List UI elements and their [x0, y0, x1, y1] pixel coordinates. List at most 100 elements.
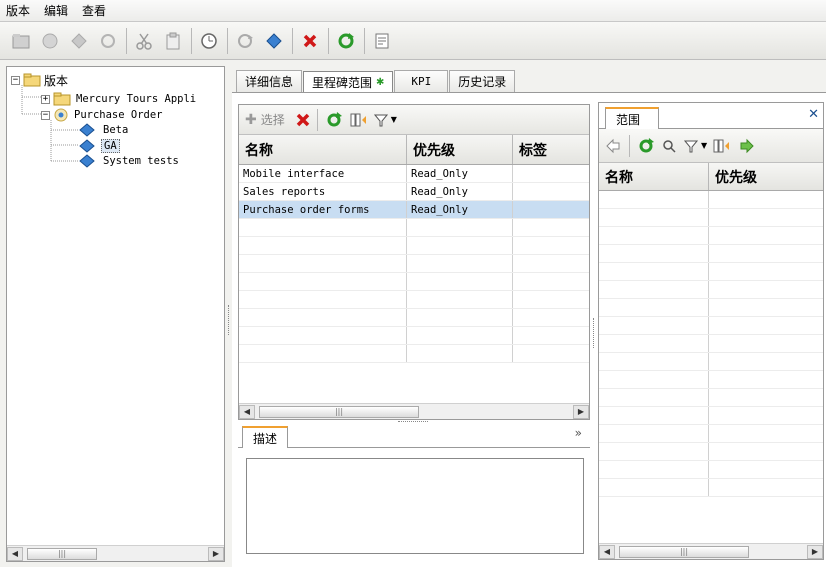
table-row-empty[interactable] — [599, 425, 823, 443]
table-row-empty[interactable] — [239, 345, 589, 363]
column-header-priority[interactable]: 优先级 — [709, 163, 823, 190]
cell-priority: Read_Only — [407, 201, 513, 218]
description-panel: 描述 » — [238, 424, 590, 562]
table-row-empty[interactable] — [599, 335, 823, 353]
search-icon[interactable] — [662, 139, 676, 153]
scroll-right-icon[interactable]: ▶ — [807, 544, 823, 559]
cell-priority: Read_Only — [407, 183, 513, 200]
toolbar-separator — [227, 27, 228, 54]
scroll-left-icon[interactable]: ◀ — [239, 404, 255, 419]
paste-icon[interactable] — [162, 30, 184, 52]
column-header-name[interactable]: 名称 — [599, 163, 709, 190]
close-icon[interactable]: ✕ — [808, 107, 819, 122]
table-row-empty[interactable] — [239, 219, 589, 237]
add-icon: ✚ — [245, 111, 257, 128]
table-row-empty[interactable] — [599, 263, 823, 281]
milestone-icon[interactable] — [263, 30, 285, 52]
table-row-empty[interactable] — [599, 245, 823, 263]
filter-icon[interactable] — [684, 139, 698, 153]
table-row-empty[interactable] — [599, 191, 823, 209]
tab-milestone-scope[interactable]: 里程碑范围 ✱ — [303, 71, 394, 93]
new-folder-icon[interactable] — [10, 30, 32, 52]
table-row-empty[interactable] — [599, 371, 823, 389]
cycle-icon[interactable] — [97, 30, 119, 52]
range-hscrollbar[interactable]: ◀ ||| ▶ — [599, 543, 823, 559]
back-arrow-icon[interactable] — [605, 138, 621, 154]
chevron-down-icon[interactable]: ▼ — [701, 141, 707, 150]
menu-view[interactable]: 查看 — [82, 2, 106, 19]
scroll-thumb[interactable]: ||| — [27, 547, 97, 560]
table-row[interactable]: Sales reports Read_Only — [239, 183, 589, 201]
table-row-empty[interactable] — [599, 299, 823, 317]
scope-hscrollbar[interactable]: ◀ ||| ▶ — [239, 403, 589, 419]
timeline-icon[interactable] — [198, 30, 220, 52]
toolbar-separator — [126, 27, 127, 54]
columns-icon[interactable] — [350, 112, 366, 128]
columns-icon[interactable] — [713, 138, 730, 154]
refresh-icon[interactable] — [638, 137, 654, 154]
table-row-empty[interactable] — [239, 255, 589, 273]
tab-range[interactable]: 范围 — [605, 107, 660, 129]
table-row[interactable]: Purchase order forms Read_Only — [239, 201, 589, 219]
scope-toolbar: ✚ 选择 ▼ — [239, 105, 589, 135]
detail-tabs: 详细信息 里程碑范围 ✱ KPI 历史记录 — [236, 70, 516, 93]
splitter-grip[interactable] — [398, 421, 428, 423]
table-row-empty[interactable] — [599, 209, 823, 227]
delete-icon[interactable] — [295, 112, 311, 128]
toolbar-separator — [364, 27, 365, 54]
column-header-name[interactable]: 名称 — [239, 135, 407, 164]
table-row[interactable]: Mobile interface Read_Only — [239, 165, 589, 183]
scroll-right-icon[interactable]: ▶ — [573, 404, 589, 419]
asterisk-icon: ✱ — [376, 77, 385, 88]
table-row-empty[interactable] — [599, 407, 823, 425]
chevron-down-icon[interactable]: ▼ — [391, 115, 397, 124]
scroll-thumb[interactable]: ||| — [259, 405, 419, 418]
tab-history[interactable]: 历史记录 — [449, 70, 516, 92]
details-icon[interactable] — [371, 30, 393, 52]
description-text-area[interactable] — [246, 458, 584, 554]
range-tabbar: 范围 ✕ — [599, 103, 823, 129]
new-cycle-icon[interactable] — [68, 30, 90, 52]
scroll-left-icon[interactable]: ◀ — [599, 544, 615, 559]
table-row-empty[interactable] — [239, 291, 589, 309]
tree-hscrollbar[interactable]: ◀ ||| ▶ — [7, 545, 224, 561]
menu-edit[interactable]: 编辑 — [44, 2, 68, 19]
new-release-icon[interactable] — [39, 30, 61, 52]
table-row-empty[interactable] — [239, 309, 589, 327]
filter-icon[interactable] — [373, 113, 388, 127]
tab-kpi[interactable]: KPI — [394, 70, 449, 92]
refresh-icon[interactable] — [326, 111, 342, 128]
table-row-empty[interactable] — [239, 327, 589, 345]
table-row-empty[interactable] — [599, 353, 823, 371]
splitter-grip[interactable] — [228, 305, 231, 335]
column-header-priority[interactable]: 优先级 — [407, 135, 513, 164]
toolbar-separator — [191, 27, 192, 54]
scroll-right-icon[interactable]: ▶ — [208, 546, 224, 561]
tab-details[interactable]: 详细信息 — [236, 70, 303, 92]
table-row-empty[interactable] — [599, 389, 823, 407]
table-row-empty[interactable] — [239, 237, 589, 255]
range-toolbar: ▼ — [599, 129, 823, 163]
table-row-empty[interactable] — [239, 273, 589, 291]
toolbar-separator — [316, 108, 318, 131]
table-row-empty[interactable] — [599, 443, 823, 461]
collapse-chevron-icon[interactable]: » — [575, 426, 582, 440]
splitter-grip[interactable] — [593, 318, 596, 348]
menu-version[interactable]: 版本 — [6, 2, 30, 19]
delete-icon[interactable] — [299, 30, 321, 52]
scroll-thumb[interactable]: ||| — [619, 545, 749, 558]
cut-icon[interactable] — [133, 30, 155, 52]
add-to-scope-icon[interactable] — [737, 138, 755, 154]
scope-grid-header: 名称 优先级 标签 — [239, 135, 589, 165]
table-row-empty[interactable] — [599, 479, 823, 497]
table-row-empty[interactable] — [599, 461, 823, 479]
scroll-left-icon[interactable]: ◀ — [7, 546, 23, 561]
refresh-link-icon[interactable] — [234, 30, 256, 52]
column-header-tag[interactable]: 标签 — [513, 135, 589, 164]
table-row-empty[interactable] — [599, 317, 823, 335]
select-button[interactable]: 选择 — [261, 111, 285, 128]
table-row-empty[interactable] — [599, 281, 823, 299]
table-row-empty[interactable] — [599, 227, 823, 245]
refresh-icon[interactable] — [335, 30, 357, 52]
tab-description[interactable]: 描述 — [242, 426, 289, 448]
